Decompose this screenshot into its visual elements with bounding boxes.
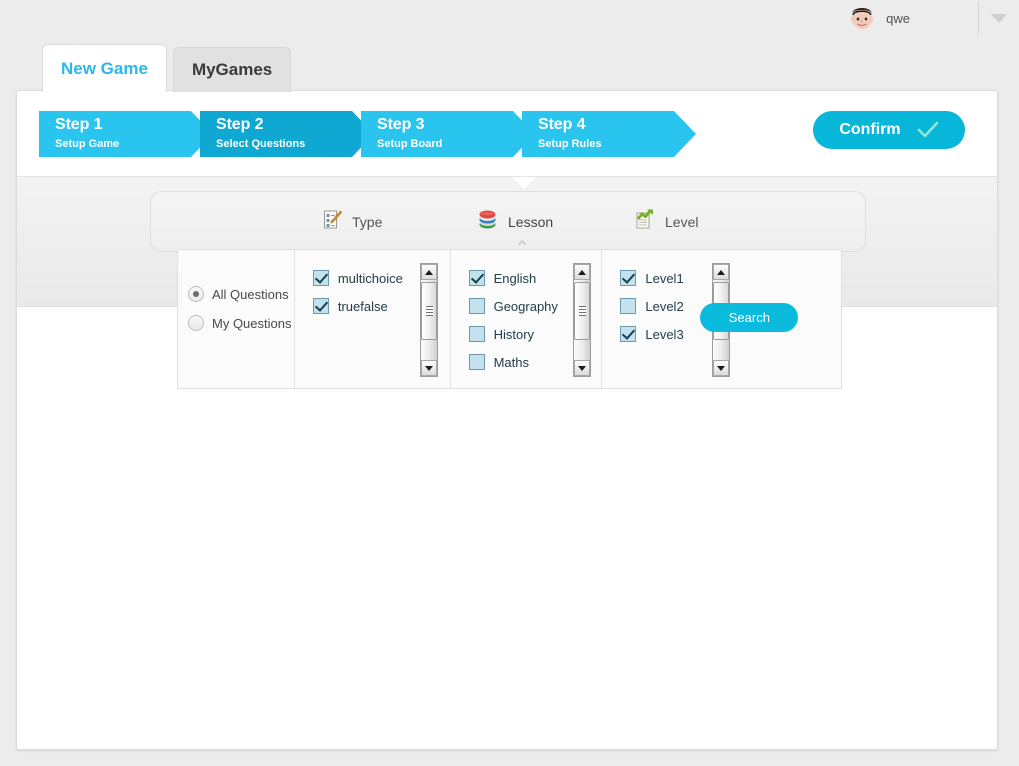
tab-new-game-label: New Game <box>61 58 148 78</box>
scroll-up-arrow-icon[interactable] <box>420 264 437 280</box>
radio-all-questions[interactable]: All Questions <box>188 286 291 302</box>
step-2-subtitle: Select Questions <box>216 138 306 150</box>
step-4-title: Step 4 <box>538 116 586 133</box>
type-checkbox-list: multichoice truefalse <box>312 264 403 320</box>
search-button-label: Search <box>728 310 770 325</box>
filter-column-scope: All Questions My Questions <box>178 250 295 388</box>
radio-indicator-icon <box>188 286 204 302</box>
checkbox-icon <box>312 270 329 286</box>
checkbox-icon <box>468 326 485 342</box>
filter-column-level: Level1 Level2 Level3 Search <box>602 250 841 388</box>
checkbox-english[interactable]: English <box>468 264 558 292</box>
filter-column-type: multichoice truefalse <box>295 250 451 388</box>
shelf-item-level-label: Level <box>665 213 699 230</box>
checkbox-level3-label: Level3 <box>645 326 684 342</box>
top-bar: qwe <box>0 0 1019 36</box>
step-3-title: Step 3 <box>377 116 425 133</box>
chart-arrow-icon <box>634 208 655 235</box>
checkbox-icon <box>468 298 485 314</box>
lesson-list-scrollbar[interactable] <box>573 263 592 377</box>
step-3[interactable]: Step 3 Setup Board <box>361 111 535 157</box>
checkbox-history-label: History <box>493 326 535 342</box>
checkbox-level1-label: Level1 <box>645 270 684 286</box>
main-panel: Step 1 Setup Game Step 2 Select Question… <box>16 90 998 750</box>
checkbox-history[interactable]: History <box>468 320 558 348</box>
scroll-down-arrow-icon[interactable] <box>420 360 437 376</box>
shelf-item-level[interactable]: Level <box>634 208 698 235</box>
step-2[interactable]: Step 2 Select Questions <box>200 111 374 157</box>
checkbox-icon <box>312 298 329 314</box>
checkbox-icon <box>620 298 637 314</box>
step-1[interactable]: Step 1 Setup Game <box>39 111 213 157</box>
scrollbar-track[interactable] <box>574 280 591 360</box>
user-avatar-face-icon <box>851 8 874 29</box>
radio-all-questions-label: All Questions <box>212 286 289 302</box>
scrollbar-thumb[interactable] <box>420 282 437 340</box>
filter-shelf: Type Lesson Level <box>150 191 866 252</box>
checkbox-level3[interactable]: Level3 <box>620 320 684 348</box>
step-4[interactable]: Step 4 Setup Rules <box>522 111 696 157</box>
checkbox-icon <box>620 270 637 286</box>
shelf-notch <box>512 177 536 189</box>
scroll-down-arrow-icon[interactable] <box>574 360 591 376</box>
lesson-checkbox-list: English Geography History Maths <box>468 264 558 376</box>
confirm-button[interactable]: Confirm <box>813 111 965 149</box>
note-pencil-icon <box>323 209 343 235</box>
type-list-scrollbar[interactable] <box>419 263 438 377</box>
main-tabs: New Game MyGames <box>42 44 292 92</box>
step-2-title: Step 2 <box>216 116 264 133</box>
step-wizard: Step 1 Setup Game Step 2 Select Question… <box>39 111 696 157</box>
checkbox-geography[interactable]: Geography <box>468 292 558 320</box>
scope-radio-group: All Questions My Questions <box>188 286 291 344</box>
checkbox-maths[interactable]: Maths <box>468 348 558 376</box>
scrollbar-track[interactable] <box>420 280 437 360</box>
checkbox-multichoice[interactable]: multichoice <box>312 264 403 292</box>
scroll-up-arrow-icon[interactable] <box>713 264 730 280</box>
username-label: qwe <box>886 10 910 26</box>
scrollbar-thumb[interactable] <box>574 282 591 340</box>
books-stack-icon <box>477 209 498 235</box>
checkbox-icon <box>620 326 637 342</box>
check-icon <box>917 121 939 139</box>
shelf-item-type[interactable]: Type <box>323 209 382 235</box>
step-1-subtitle: Setup Game <box>55 138 120 150</box>
step-4-subtitle: Setup Rules <box>538 138 602 150</box>
level-checkbox-list: Level1 Level2 Level3 <box>620 264 684 348</box>
step-3-subtitle: Setup Board <box>377 138 443 150</box>
steps-row: Step 1 Setup Game Step 2 Select Question… <box>17 91 997 177</box>
filter-column-lesson: English Geography History Maths <box>451 250 603 388</box>
checkbox-level2[interactable]: Level2 <box>620 292 684 320</box>
user-area: qwe <box>847 0 1019 36</box>
filter-box: All Questions My Questions multichoice t… <box>177 249 842 389</box>
confirm-button-label: Confirm <box>839 121 901 138</box>
tab-mygames[interactable]: MyGames <box>172 47 292 92</box>
shelf-item-lesson-label: Lesson <box>508 213 554 230</box>
checkbox-level2-label: Level2 <box>645 298 684 314</box>
radio-my-questions[interactable]: My Questions <box>188 315 291 331</box>
step-1-title: Step 1 <box>55 116 103 133</box>
radio-my-questions-label: My Questions <box>212 315 292 331</box>
checkbox-multichoice-label: multichoice <box>337 270 403 286</box>
checkbox-truefalse-label: truefalse <box>337 298 388 314</box>
checkbox-maths-label: Maths <box>493 354 529 370</box>
user-menu-chevron-down-icon[interactable] <box>979 0 1019 36</box>
checkbox-truefalse[interactable]: truefalse <box>312 292 403 320</box>
tab-new-game[interactable]: New Game <box>42 44 167 92</box>
scroll-up-arrow-icon[interactable] <box>574 264 591 280</box>
tab-mygames-label: MyGames <box>191 60 273 79</box>
checkbox-icon <box>468 270 485 286</box>
checkbox-level1[interactable]: Level1 <box>620 264 684 292</box>
avatar[interactable] <box>847 3 877 33</box>
search-button[interactable]: Search <box>700 303 799 332</box>
radio-indicator-icon <box>188 315 204 331</box>
shelf-item-type-label: Type <box>352 213 383 230</box>
checkbox-icon <box>468 354 485 370</box>
scroll-down-arrow-icon[interactable] <box>713 360 730 376</box>
shelf-item-lesson[interactable]: Lesson <box>477 209 553 235</box>
checkbox-geography-label: Geography <box>493 298 558 314</box>
checkbox-english-label: English <box>493 270 537 286</box>
